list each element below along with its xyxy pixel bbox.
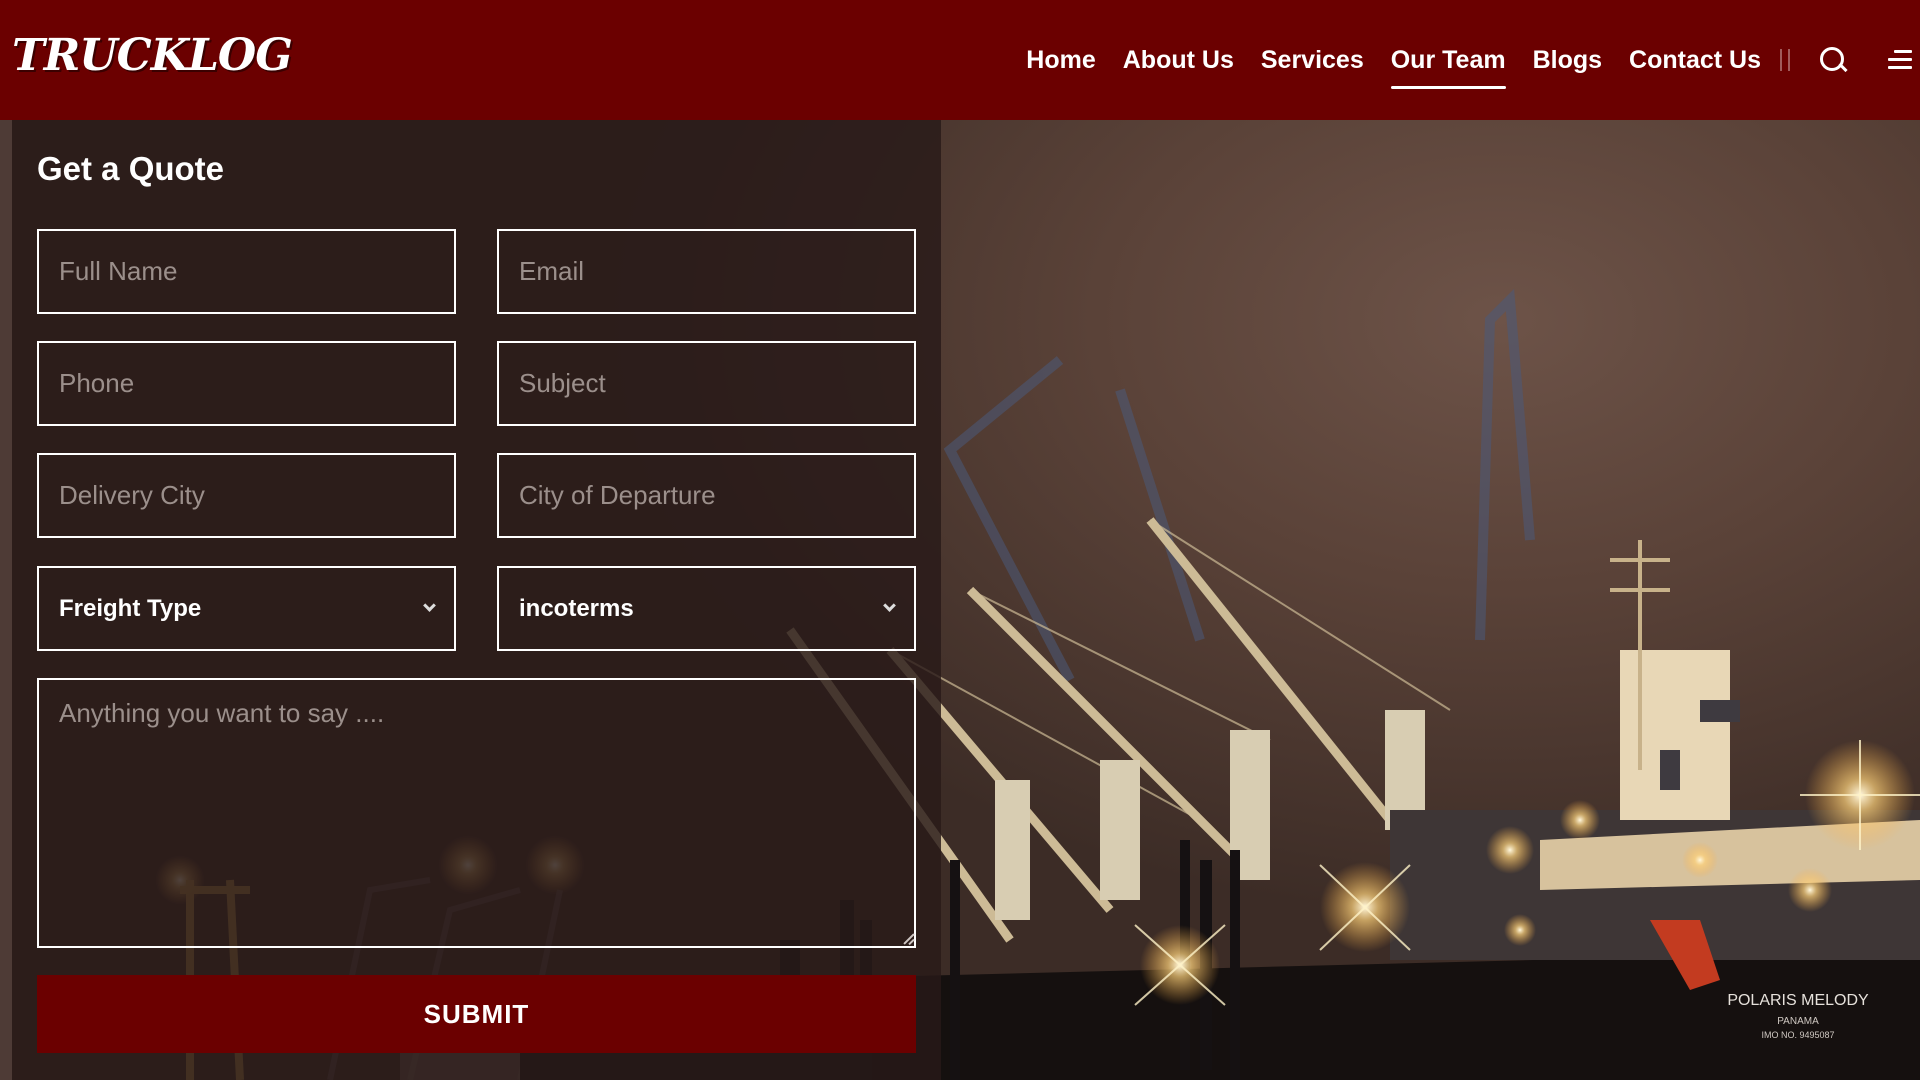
chevron-down-icon (883, 599, 896, 612)
search-icon[interactable] (1818, 45, 1848, 75)
form-title: Get a Quote (37, 150, 225, 187)
nav-item-blogs[interactable]: Blogs (1533, 46, 1602, 75)
freight-type-select[interactable]: Freight Type (37, 566, 456, 651)
chevron-down-icon (423, 599, 436, 612)
phone-input[interactable] (37, 341, 456, 426)
quote-form-panel: Get a Quote Freight Type incoterms SUBMI… (0, 120, 941, 1080)
full-name-input[interactable] (37, 229, 456, 314)
nav-item-our-team[interactable]: Our Team (1390, 46, 1506, 89)
site-header: TRUCKLOG Home About Us Services Our Team… (0, 0, 1920, 120)
nav-item-services[interactable]: Services (1261, 46, 1364, 75)
nav-divider (1780, 49, 1782, 71)
resize-handle-icon[interactable] (902, 932, 914, 944)
site-logo[interactable]: TRUCKLOG (12, 30, 293, 81)
ship-imo-text: IMO NO. 9495087 (1761, 1030, 1834, 1040)
menu-icon[interactable] (1882, 45, 1912, 75)
main-nav: Home About Us Services Our Team Blogs Co… (1026, 0, 1920, 120)
delivery-city-input[interactable] (37, 453, 456, 538)
nav-item-about-us[interactable]: About Us (1123, 46, 1234, 75)
nav-item-home[interactable]: Home (1026, 46, 1095, 75)
ship-port-text: PANAMA (1777, 1016, 1819, 1027)
freight-type-value: Freight Type (59, 594, 202, 622)
nav-divider (1788, 49, 1790, 71)
subject-input[interactable] (497, 341, 916, 426)
incoterms-value: incoterms (519, 594, 634, 622)
nav-item-contact-us[interactable]: Contact Us (1629, 46, 1761, 75)
departure-city-input[interactable] (497, 453, 916, 538)
ship-name-text: POLARIS MELODY (1727, 992, 1869, 1009)
message-textarea[interactable] (37, 678, 916, 948)
email-input[interactable] (497, 229, 916, 314)
panel-edge (0, 120, 12, 1080)
incoterms-select[interactable]: incoterms (497, 566, 916, 651)
submit-button[interactable]: SUBMIT (37, 975, 916, 1053)
